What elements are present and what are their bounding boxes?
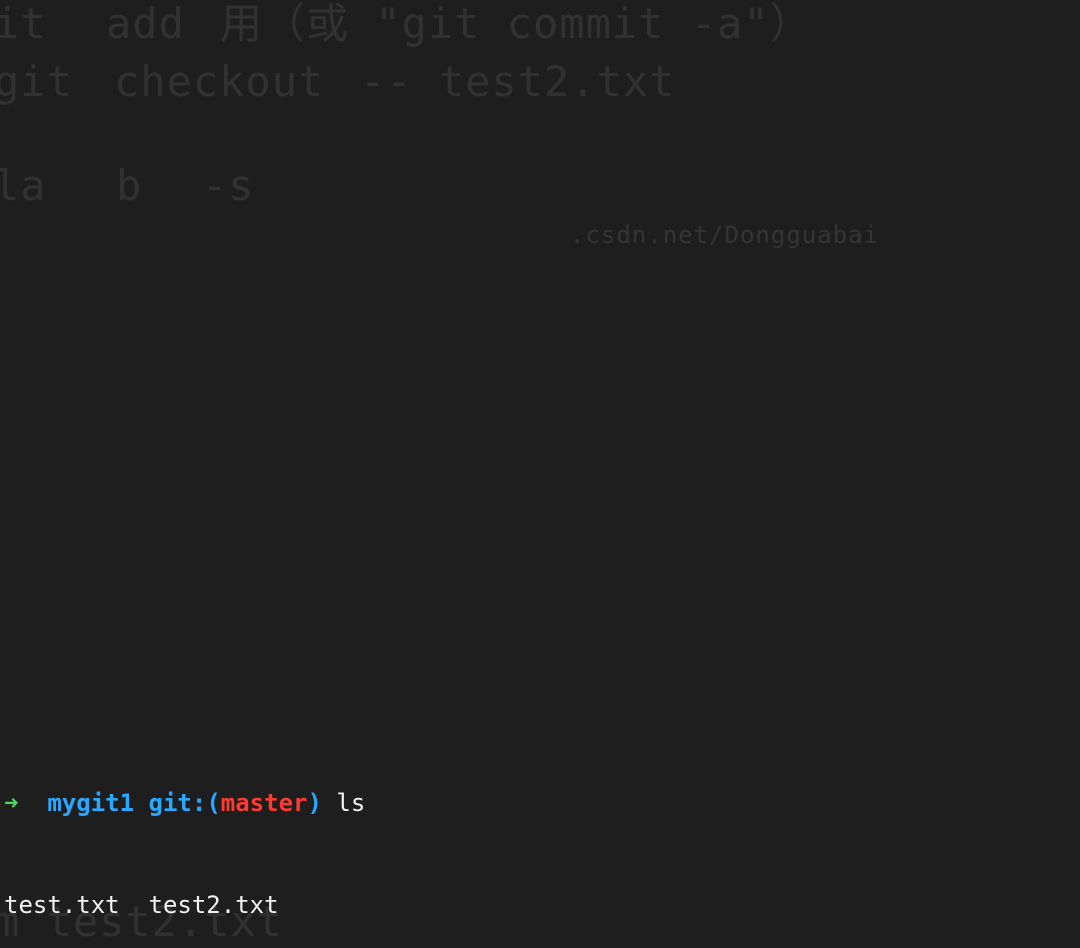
ghost-text: -- test2.txt xyxy=(360,52,675,112)
ghost-watermark-side: .csdn.net/Dongguabai xyxy=(570,218,879,252)
ghost-text: git xyxy=(0,52,73,112)
prompt-close: ) xyxy=(307,789,321,817)
ghost-text: -s xyxy=(202,156,255,216)
prompt-dir: mygit1 xyxy=(47,789,134,817)
ghost-text: 用（或 "git commit -a"） xyxy=(220,0,813,54)
ghost-text: b xyxy=(116,156,142,216)
ls-output: test.txt test2.txt xyxy=(4,888,1080,922)
prompt-git: git:( xyxy=(149,789,221,817)
ghost-text: it xyxy=(0,0,47,54)
terminal[interactable]: it add 用（或 "git commit -a"） git checkout… xyxy=(0,0,1080,948)
cmd-ls: ls xyxy=(336,789,365,817)
prompt-line[interactable]: ➜ mygit1 git:(master) ls xyxy=(4,786,1080,820)
prompt-arrow-icon: ➜ xyxy=(4,789,33,817)
prompt-branch: master xyxy=(221,789,308,817)
ghost-text: add xyxy=(106,0,185,54)
ghost-text: checkout xyxy=(114,52,324,112)
ghost-text: la xyxy=(0,156,47,216)
